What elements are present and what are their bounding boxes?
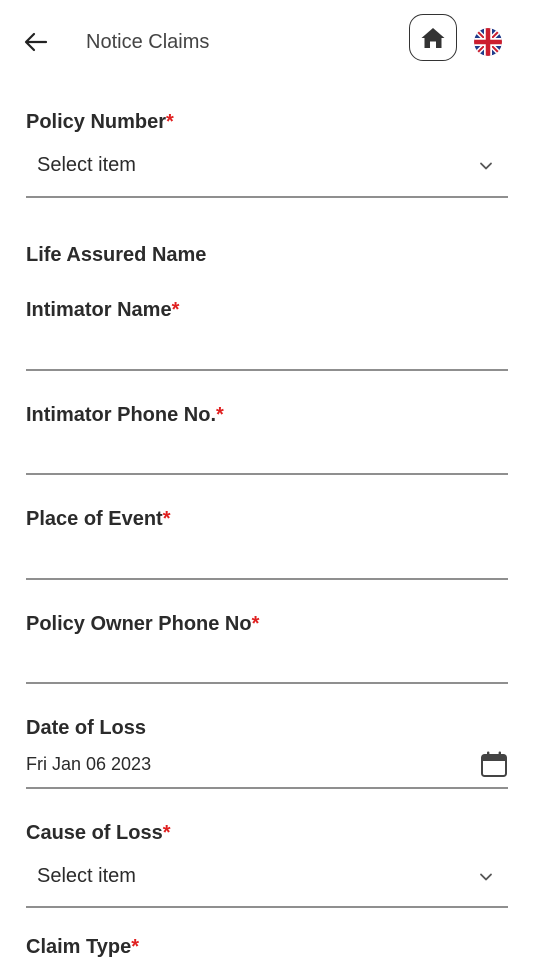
required-asterisk: *: [162, 822, 171, 844]
place-of-event-underline: [26, 578, 508, 580]
home-icon: [421, 27, 445, 48]
back-button[interactable]: [22, 28, 50, 56]
cause-of-loss-value: Select item: [37, 865, 136, 887]
required-asterisk: *: [216, 404, 224, 426]
policy-number-underline: [26, 196, 508, 198]
app-header: Notice Claims: [0, 0, 534, 84]
required-asterisk: *: [131, 936, 140, 958]
life-assured-name-label: Life Assured Name: [26, 244, 207, 266]
policy-owner-phone-underline: [26, 682, 508, 684]
cause-of-loss-select[interactable]: Select item: [26, 857, 508, 897]
place-of-event-label: Place of Event*: [26, 508, 171, 530]
intimator-phone-input[interactable]: [26, 429, 508, 473]
arrow-left-icon: [24, 32, 48, 52]
home-button[interactable]: [409, 14, 457, 61]
page-title: Notice Claims: [86, 31, 210, 53]
required-asterisk: *: [251, 613, 260, 635]
claim-type-label: Claim Type*: [26, 936, 140, 958]
cause-of-loss-label: Cause of Loss*: [26, 822, 171, 844]
language-selector[interactable]: [474, 28, 502, 56]
cause-of-loss-underline: [26, 906, 508, 908]
policy-number-select[interactable]: Select item: [26, 146, 508, 186]
required-asterisk: *: [171, 299, 180, 321]
policy-owner-phone-input[interactable]: [26, 638, 508, 682]
policy-owner-phone-label: Policy Owner Phone No*: [26, 613, 260, 635]
policy-number-label: Policy Number*: [26, 111, 174, 133]
chevron-down-icon: [480, 873, 492, 881]
place-of-event-input[interactable]: [26, 534, 508, 578]
chevron-down-icon: [480, 162, 492, 170]
policy-number-value: Select item: [37, 154, 136, 176]
intimator-name-input[interactable]: [26, 325, 508, 369]
date-of-loss-value: Fri Jan 06 2023: [26, 754, 152, 774]
date-of-loss-label: Date of Loss: [26, 717, 147, 739]
required-asterisk: *: [162, 508, 171, 530]
calendar-icon: [481, 751, 507, 777]
uk-flag-icon: [474, 28, 502, 56]
date-of-loss-underline: [26, 787, 508, 789]
date-of-loss-picker[interactable]: Fri Jan 06 2023: [26, 745, 508, 785]
intimator-name-label: Intimator Name*: [26, 299, 180, 321]
intimator-phone-underline: [26, 473, 508, 475]
intimator-name-underline: [26, 369, 508, 371]
intimator-phone-label: Intimator Phone No.*: [26, 404, 224, 426]
required-asterisk: *: [166, 111, 174, 133]
